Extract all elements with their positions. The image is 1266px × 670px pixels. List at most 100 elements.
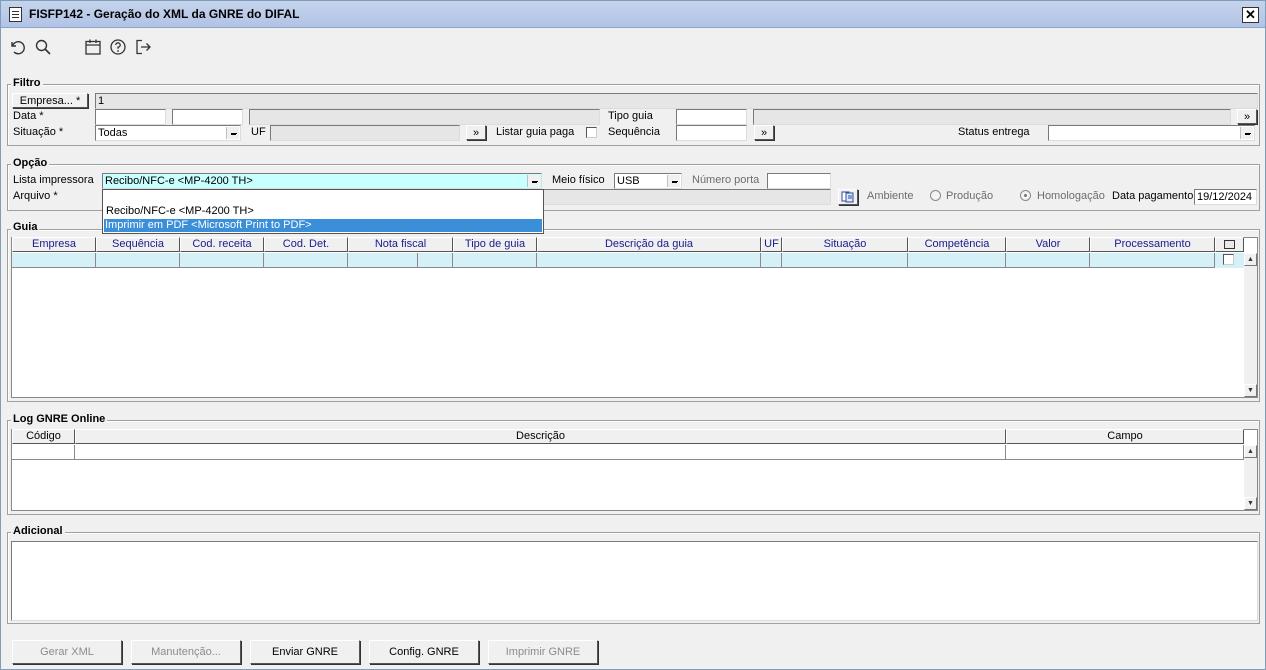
situacao-value: Todas	[98, 127, 128, 139]
data-label: Data *	[13, 110, 44, 122]
adicional-textarea[interactable]	[11, 541, 1258, 621]
arquivo-label: Arquivo *	[13, 190, 58, 202]
imprimir-gnre-button[interactable]: Imprimir GNRE	[488, 640, 598, 664]
cell[interactable]	[75, 445, 1006, 460]
uf-field[interactable]	[270, 125, 460, 141]
arquivo-browse-button[interactable]	[838, 189, 858, 205]
sequencia-field[interactable]	[676, 125, 747, 141]
cell[interactable]	[537, 253, 761, 268]
empresa-button[interactable]: Empresa... *	[12, 93, 88, 108]
search-icon[interactable]	[34, 38, 52, 56]
log-scrollbar[interactable]: ▲ ▼	[1244, 445, 1257, 510]
dropdown-option-selected[interactable]: Imprimir em PDF <Microsoft Print to PDF>	[104, 219, 542, 232]
opcao-legend: Opção	[11, 157, 50, 169]
cell[interactable]	[761, 253, 782, 268]
chevron-down-icon[interactable]	[527, 175, 540, 187]
chevron-down-icon[interactable]	[1240, 127, 1253, 139]
help-icon[interactable]	[109, 38, 127, 56]
listar-guia-paga-label: Listar guia paga	[496, 126, 575, 138]
col-tipo-guia[interactable]: Tipo de guia	[453, 237, 537, 252]
cell[interactable]	[1090, 253, 1215, 268]
exit-icon[interactable]	[134, 38, 152, 56]
homologacao-radio[interactable]	[1020, 190, 1031, 201]
col-descricao[interactable]: Descrição	[75, 429, 1006, 444]
scroll-up-icon[interactable]: ▲	[1244, 253, 1257, 266]
numero-porta-field[interactable]	[767, 173, 831, 189]
col-competencia[interactable]: Competência	[908, 237, 1006, 252]
empresa-field[interactable]: 1	[95, 93, 1258, 109]
cell[interactable]	[264, 253, 348, 268]
gerar-xml-button[interactable]: Gerar XML	[12, 640, 122, 664]
tipo-guia-field[interactable]	[676, 109, 747, 125]
col-valor[interactable]: Valor	[1006, 237, 1090, 252]
ambiente-label: Ambiente	[867, 190, 914, 202]
scroll-up-icon[interactable]: ▲	[1244, 445, 1257, 458]
row-checkbox[interactable]	[1223, 254, 1234, 265]
calendar-icon[interactable]	[84, 38, 102, 56]
col-select-all[interactable]	[1215, 237, 1244, 252]
col-campo[interactable]: Campo	[1006, 429, 1244, 444]
meio-fisico-value: USB	[617, 175, 640, 187]
col-processamento[interactable]: Processamento	[1090, 237, 1215, 252]
listar-guia-paga-checkbox[interactable]	[586, 127, 597, 138]
guia-legend: Guia	[11, 221, 40, 233]
cell[interactable]	[12, 253, 96, 268]
cell[interactable]	[348, 253, 418, 268]
lista-impressora-value: Recibo/NFC-e <MP-4200 TH>	[105, 175, 253, 187]
col-nota-fiscal[interactable]: Nota fiscal	[348, 237, 453, 252]
cell[interactable]	[1006, 253, 1090, 268]
main-window: FISFP142 - Geração do XML da GNRE do DIF…	[0, 0, 1266, 670]
meio-fisico-select[interactable]: USB	[614, 173, 682, 189]
cell[interactable]	[96, 253, 180, 268]
col-cod-det[interactable]: Cod. Det.	[264, 237, 348, 252]
chevron-down-icon[interactable]	[226, 127, 239, 139]
producao-radio[interactable]	[930, 190, 941, 201]
lista-impressora-dropdown: Recibo/NFC-e <MP-4200 TH> Imprimir em PD…	[102, 189, 544, 234]
uf-lookup-button[interactable]: »	[466, 125, 486, 140]
meio-fisico-label: Meio físico	[552, 174, 605, 186]
col-cod-receita[interactable]: Cod. receita	[180, 237, 264, 252]
col-situacao[interactable]: Situação	[782, 237, 908, 252]
col-sequencia[interactable]: Sequência	[96, 237, 180, 252]
filtro-legend: Filtro	[11, 77, 43, 89]
sequencia-lookup-button[interactable]: »	[754, 125, 774, 140]
undo-icon[interactable]	[8, 38, 26, 56]
guia-scrollbar[interactable]: ▲ ▼	[1244, 253, 1257, 397]
status-entrega-label: Status entrega	[958, 126, 1030, 138]
config-gnre-button[interactable]: Config. GNRE	[369, 640, 479, 664]
tipo-guia-lookup-button[interactable]: »	[1237, 109, 1257, 124]
scroll-down-icon[interactable]: ▼	[1244, 384, 1257, 397]
log-legend: Log GNRE Online	[11, 413, 108, 425]
data-pagamento-label: Data pagamento	[1112, 190, 1194, 202]
status-entrega-select[interactable]	[1048, 125, 1255, 141]
manutencao-button[interactable]: Manutenção...	[131, 640, 241, 664]
select-all-icon[interactable]	[1224, 240, 1235, 249]
chevron-down-icon[interactable]	[667, 175, 680, 187]
close-button[interactable]: ✕	[1242, 7, 1259, 23]
cell[interactable]	[782, 253, 908, 268]
data-to-field[interactable]	[172, 109, 243, 125]
enviar-gnre-button[interactable]: Enviar GNRE	[250, 640, 360, 664]
cell[interactable]	[908, 253, 1006, 268]
document-icon	[9, 7, 22, 22]
data-pagamento-field[interactable]: 19/12/2024	[1194, 189, 1257, 205]
col-descricao-guia[interactable]: Descrição da guia	[537, 237, 761, 252]
cell[interactable]	[12, 445, 75, 460]
cell[interactable]	[180, 253, 264, 268]
cell[interactable]	[453, 253, 537, 268]
dropdown-option[interactable]: Recibo/NFC-e <MP-4200 TH>	[105, 205, 541, 218]
situacao-select[interactable]: Todas	[95, 125, 241, 141]
data-from-field[interactable]	[95, 109, 166, 125]
lista-impressora-label: Lista impressora	[13, 174, 94, 186]
cell[interactable]	[418, 253, 453, 268]
numero-porta-label: Número porta	[692, 174, 760, 186]
window-title: FISFP142 - Geração do XML da GNRE do DIF…	[29, 7, 300, 21]
cell[interactable]	[1006, 445, 1244, 460]
col-empresa[interactable]: Empresa	[12, 237, 96, 252]
lista-impressora-select[interactable]: Recibo/NFC-e <MP-4200 TH>	[102, 173, 542, 189]
col-codigo[interactable]: Código	[12, 429, 75, 444]
data-description-field	[249, 109, 600, 125]
title-bar: FISFP142 - Geração do XML da GNRE do DIF…	[1, 1, 1265, 28]
scroll-down-icon[interactable]: ▼	[1244, 497, 1257, 510]
col-uf[interactable]: UF	[761, 237, 782, 252]
